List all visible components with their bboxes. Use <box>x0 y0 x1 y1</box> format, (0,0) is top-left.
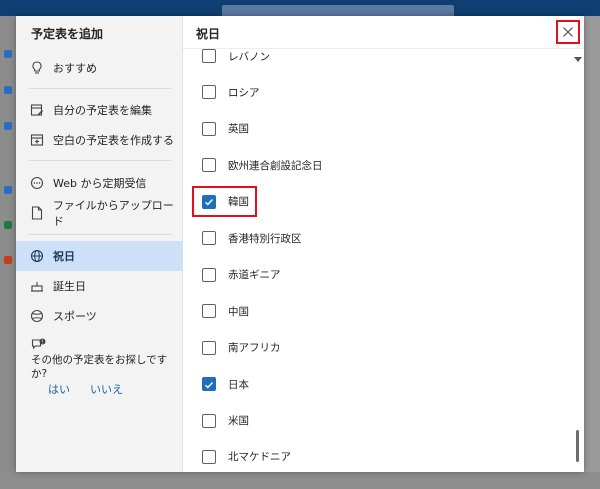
holiday-checkbox[interactable] <box>202 413 216 428</box>
dialog-sidebar: 予定表を追加 おすすめ 自分の予定表を編集 空白の予定表を作成する Web から… <box>16 16 183 472</box>
sidebar-item-recommended[interactable]: おすすめ <box>16 53 183 83</box>
sidebar-divider <box>28 234 172 235</box>
more-calendars-prompt: その他の予定表をお探しですか? <box>31 354 168 380</box>
yes-link[interactable]: はい <box>48 381 70 397</box>
sidebar-item-label: 祝日 <box>53 250 75 263</box>
holiday-checkbox[interactable] <box>202 121 216 136</box>
background-people-icon <box>4 122 12 130</box>
holiday-row[interactable]: 赤道ギニア <box>183 257 572 293</box>
sidebar-item-label: 自分の予定表を編集 <box>53 104 152 117</box>
background-powerpoint-icon <box>4 256 12 264</box>
panel-title: 祝日 <box>196 27 221 41</box>
cake-icon <box>30 279 44 293</box>
background-app-rail <box>0 16 16 489</box>
checkmark-icon <box>204 375 214 394</box>
holiday-checkbox[interactable] <box>202 449 216 464</box>
close-button[interactable] <box>556 20 580 44</box>
sidebar-item-label: おすすめ <box>53 62 97 75</box>
file-upload-icon <box>30 206 44 220</box>
background-app-header <box>0 0 600 19</box>
holiday-label: 北マケドニア <box>228 451 291 464</box>
holiday-label: 中国 <box>228 305 249 318</box>
sidebar-item-subscribe-web[interactable]: Web から定期受信 <box>16 168 183 198</box>
no-link[interactable]: いいえ <box>90 381 123 397</box>
sidebar-item-label: 誕生日 <box>53 280 86 293</box>
lightbulb-icon <box>30 61 44 75</box>
holiday-row[interactable]: 英国 <box>183 111 572 147</box>
sports-ball-icon <box>30 309 44 323</box>
holiday-checkbox[interactable] <box>202 49 216 63</box>
holiday-label: 南アフリカ <box>228 342 281 355</box>
holiday-label: ロシア <box>228 86 260 99</box>
add-calendar-dialog: 予定表を追加 おすすめ 自分の予定表を編集 空白の予定表を作成する Web から… <box>16 16 584 472</box>
holiday-label: 英国 <box>228 123 249 136</box>
holiday-row[interactable]: 北マケドニア <box>183 439 572 472</box>
background-footer <box>0 472 600 489</box>
holiday-row[interactable]: 韓国 <box>183 184 572 220</box>
highlight-box <box>192 185 257 217</box>
holiday-list: レバノンロシア英国欧州連合創設記念日韓国香港特別行政区 赤道ギニア中国南アフリカ日… <box>183 49 572 472</box>
background-mail-icon <box>4 50 12 58</box>
sidebar-item-label: Web から定期受信 <box>53 177 147 190</box>
background-excel-icon <box>4 221 12 229</box>
chat-alert-icon: ! <box>31 337 47 351</box>
sidebar-item-label: ファイルからアップロード <box>52 199 174 228</box>
holiday-row[interactable]: ロシア <box>183 74 572 110</box>
holiday-label: 欧州連合創設記念日 <box>228 159 323 172</box>
background-calendar-icon <box>4 86 12 94</box>
sidebar-item-edit-calendars[interactable]: 自分の予定表を編集 <box>16 95 183 125</box>
holiday-checkbox[interactable] <box>202 340 216 355</box>
globe-icon <box>30 249 44 263</box>
holiday-checkbox[interactable] <box>202 158 216 173</box>
background-word-icon <box>4 186 12 194</box>
scroll-down-arrow-icon[interactable] <box>574 57 582 62</box>
holiday-checkbox[interactable] <box>202 267 216 282</box>
edit-calendar-icon <box>30 103 44 117</box>
sidebar-item-label: スポーツ <box>53 310 97 323</box>
sidebar-item-label: 空白の予定表を作成する <box>53 134 174 147</box>
holiday-row[interactable]: 中国 <box>183 293 572 329</box>
close-icon <box>562 23 574 42</box>
holiday-checkbox[interactable] <box>202 304 216 319</box>
holiday-row[interactable]: 南アフリカ <box>183 330 572 366</box>
sidebar-title: 予定表を追加 <box>31 27 104 41</box>
holiday-label: 米国 <box>228 415 249 427</box>
holiday-row[interactable]: レバノン <box>183 49 572 74</box>
sidebar-divider <box>28 160 172 161</box>
holiday-label: 赤道ギニア <box>228 269 281 282</box>
sidebar-item-create-blank[interactable]: 空白の予定表を作成する <box>16 125 183 155</box>
holiday-label: レバノン <box>228 50 270 63</box>
holiday-row[interactable]: 香港特別行政区 <box>183 220 572 256</box>
holiday-row[interactable]: 欧州連合創設記念日 <box>183 147 572 183</box>
sidebar-divider <box>28 88 172 89</box>
web-icon <box>30 176 44 190</box>
holiday-row[interactable]: 日本 <box>183 366 572 402</box>
holiday-row[interactable]: 米国 <box>183 403 572 439</box>
holiday-label: 日本 <box>228 378 249 391</box>
holiday-checkbox[interactable] <box>202 85 216 100</box>
sidebar-item-holidays[interactable]: 祝日 <box>16 241 183 271</box>
sidebar-item-upload-file[interactable]: ファイルからアップロード <box>16 198 183 228</box>
blank-calendar-icon <box>30 133 44 147</box>
sidebar-item-sports[interactable]: スポーツ <box>16 301 183 331</box>
svg-text:!: ! <box>41 339 43 345</box>
holiday-checkbox[interactable] <box>202 231 216 246</box>
holidays-panel: 祝日 レバノンロシア英国欧州連合創設記念日韓国香港特別行政区 赤道ギニア中国南アフ… <box>183 16 584 472</box>
scrollbar-thumb[interactable] <box>576 430 579 462</box>
holiday-label: 香港特別行政区 <box>228 232 302 245</box>
holiday-checkbox[interactable] <box>202 375 216 394</box>
sidebar-item-birthdays[interactable]: 誕生日 <box>16 271 183 301</box>
holiday-list-scrollbar[interactable] <box>572 49 584 472</box>
